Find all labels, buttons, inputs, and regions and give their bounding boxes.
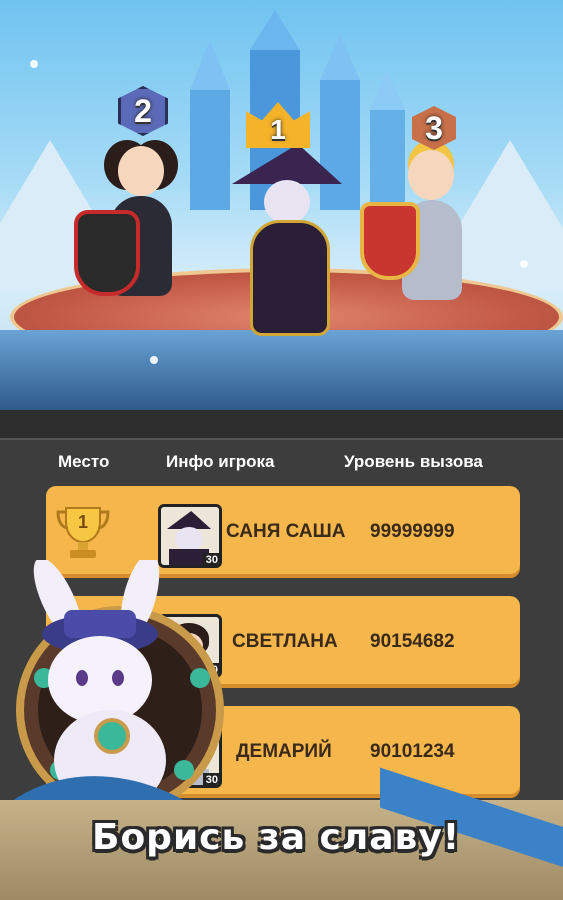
wizard-hat-icon (232, 144, 342, 184)
player-name: ДЕМАРИЙ (236, 741, 332, 762)
rabbit-mascot (0, 560, 224, 840)
column-header-player: Инфо игрока (166, 452, 275, 471)
player-name: СВЕТЛАНА (232, 631, 338, 652)
snowflake (520, 260, 528, 268)
column-header-place: Место (58, 452, 110, 471)
rank-badge-2: 2 (118, 86, 168, 136)
ice-floor (0, 330, 563, 410)
hero-blond-knight[interactable] (360, 150, 490, 320)
shield-icon (360, 202, 420, 280)
player-score: 90101234 (370, 741, 455, 762)
row-place: 1 (78, 512, 89, 532)
avatar: 30 (158, 504, 222, 568)
player-name: САНЯ САША (226, 521, 346, 542)
snowflake (150, 356, 158, 364)
shield-icon (74, 210, 140, 296)
panel-header-strip (0, 410, 563, 440)
player-score: 90154682 (370, 631, 455, 652)
hero-dark-knight[interactable] (74, 140, 200, 320)
column-header-level: Уровень вызова (344, 452, 483, 471)
player-score: 99999999 (370, 521, 455, 542)
podium-scene: 2 1 3 (0, 0, 563, 410)
hero-wizard[interactable] (222, 144, 352, 340)
snowflake (30, 60, 38, 68)
promo-slogan: Борись за славу! (92, 817, 461, 858)
